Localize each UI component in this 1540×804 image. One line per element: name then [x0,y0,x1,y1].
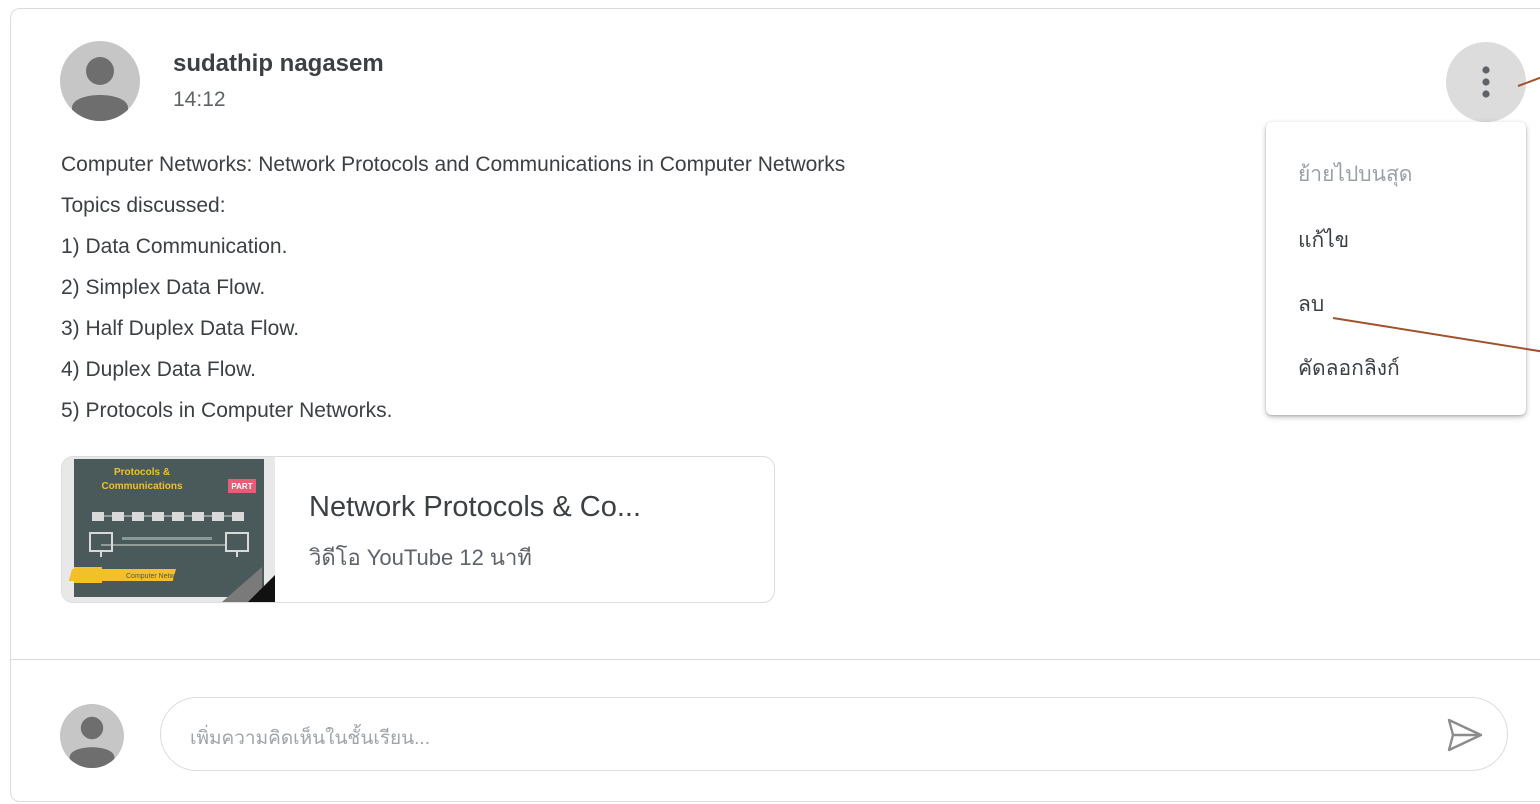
comment-placeholder: เพิ่มความคิดเห็นในชั้นเรียน... [190,728,430,749]
post-line: 2) Simplex Data Flow. [61,276,266,299]
person-icon [69,716,115,768]
person-icon [72,57,128,121]
post-timestamp: 14:12 [173,88,226,111]
menu-item-delete[interactable]: ลบ [1298,288,1324,321]
current-user-avatar [60,704,124,768]
post-options-menu: ย้ายไปบนสุด แก้ไข ลบ คัดลอกลิงก์ [1266,122,1526,415]
more-vert-icon [1482,66,1490,98]
youtube-attachment-card[interactable]: Protocols & Communications PART 03 Compu… [61,456,775,603]
thumb-title-line2: Communications [101,481,183,492]
post-line: 3) Half Duplex Data Flow. [61,317,300,340]
author-avatar [60,41,140,121]
author-name[interactable]: sudathip nagasem [173,50,384,78]
post-line: Topics discussed: [61,194,226,217]
comments-divider [10,659,1540,660]
video-thumbnail[interactable]: Protocols & Communications PART 03 Compu… [62,457,275,602]
thumb-badge: PART [231,482,252,491]
menu-item-edit[interactable]: แก้ไข [1298,224,1349,257]
menu-item-move-to-top: ย้ายไปบนสุด [1298,163,1413,186]
attachment-title[interactable]: Network Protocols & Co... [309,491,641,524]
send-icon[interactable] [1445,716,1485,754]
attachment-subtitle: วิดีโอ YouTube 12 นาที [309,545,532,570]
more-options-button[interactable] [1446,42,1526,122]
thumb-series-label: Computer Networks [126,573,188,580]
menu-item-copy-link[interactable]: คัดลอกลิงก์ [1298,352,1400,385]
post-body: Computer Networks: Network Protocols and… [61,144,845,431]
thumb-title-line1: Protocols & [114,467,170,478]
class-comment-input[interactable]: เพิ่มความคิดเห็นในชั้นเรียน... [160,697,1508,771]
post-line: 5) Protocols in Computer Networks. [61,399,393,422]
post-line: 4) Duplex Data Flow. [61,358,256,381]
post-line: 1) Data Communication. [61,235,288,258]
post-line: Computer Networks: Network Protocols and… [61,153,846,176]
video-thumbnail-image: Protocols & Communications PART 03 Compu… [62,457,275,602]
